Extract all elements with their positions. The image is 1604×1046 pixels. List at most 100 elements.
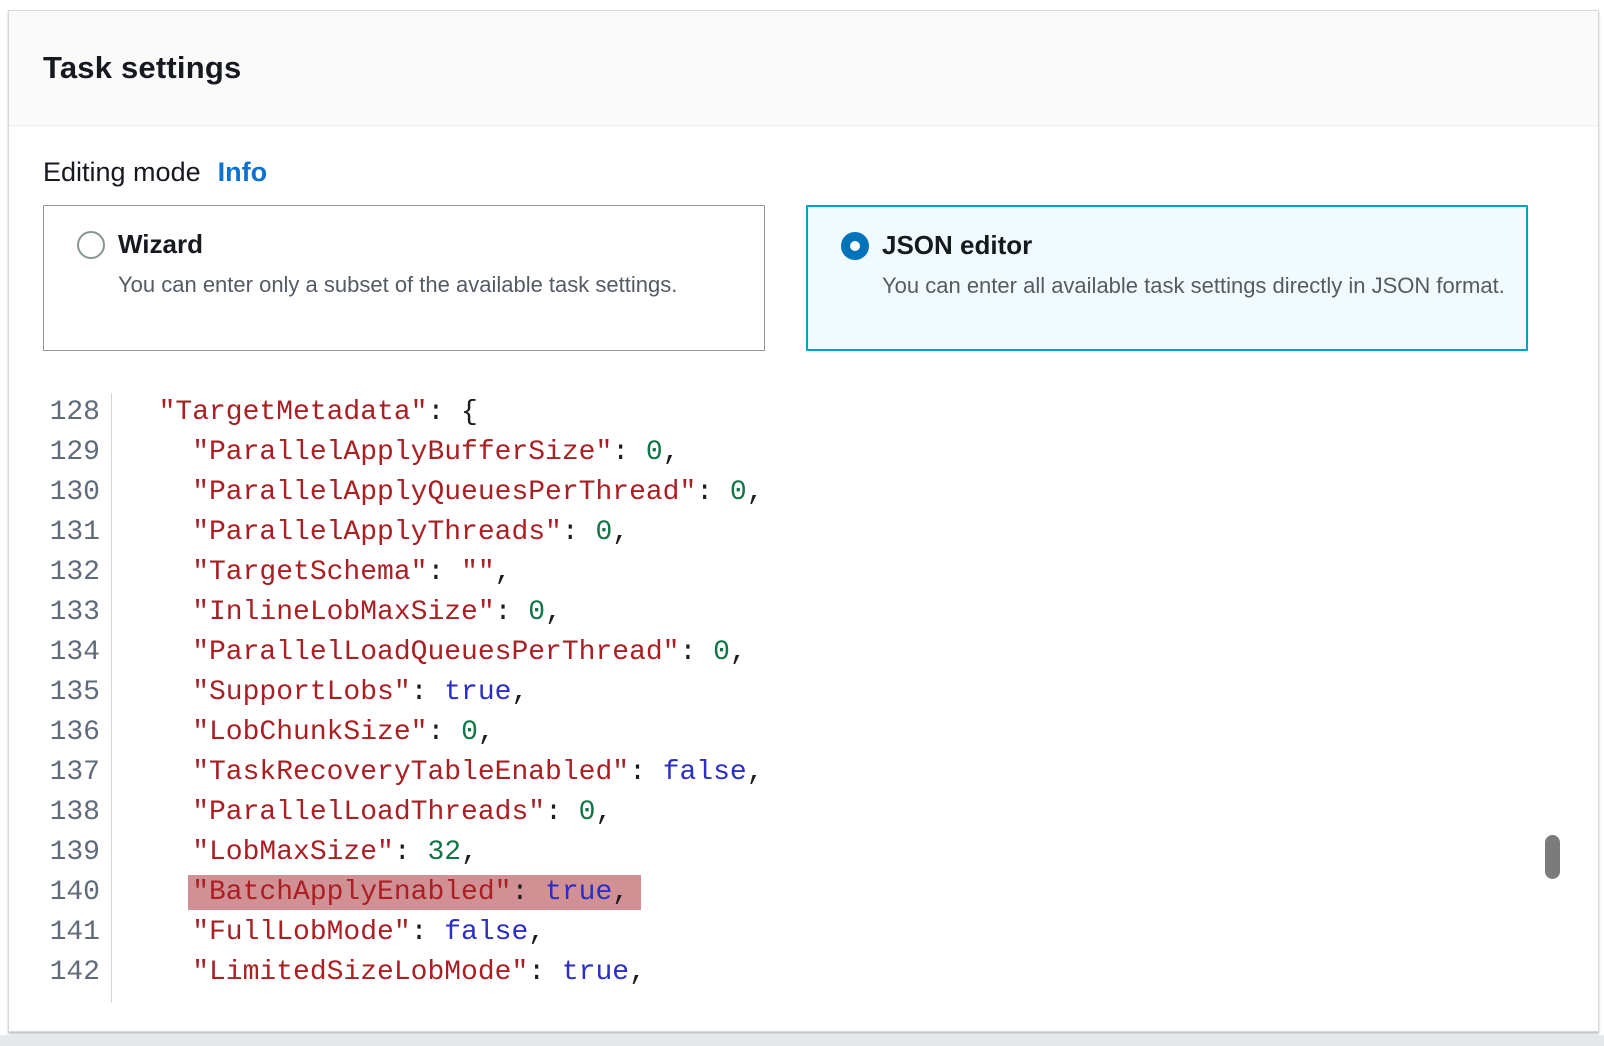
editor-line[interactable]: "ParallelApplyQueuesPerThread": 0, — [125, 473, 1597, 513]
line-content: "TargetSchema": "", — [192, 557, 511, 588]
option-description: You can enter all available task setting… — [882, 268, 1530, 304]
editing-mode-row: Editing mode Info — [43, 157, 267, 188]
radio-unselected-icon[interactable] — [77, 231, 105, 259]
line-content: "ParallelLoadThreads": 0, — [192, 797, 612, 828]
editor-line[interactable]: "FullLobMode": false, — [125, 913, 1597, 953]
editor-line[interactable]: "ParallelApplyBufferSize": 0, — [125, 433, 1597, 473]
editor-line[interactable]: "ParallelApplyThreads": 0, — [125, 513, 1597, 553]
line-content: "ParallelApplyQueuesPerThread": 0, — [192, 477, 763, 508]
token-punct: , — [461, 837, 478, 868]
editor-line[interactable]: "SupportLobs": true, — [125, 673, 1597, 713]
token-string: "InlineLobMaxSize" — [192, 597, 494, 628]
token-punct: : — [696, 477, 730, 508]
scrollbar-thumb[interactable] — [1545, 835, 1560, 879]
line-number: 142 — [9, 953, 100, 993]
token-string: "TaskRecoveryTableEnabled" — [192, 757, 629, 788]
page-background-strip — [0, 1035, 1604, 1046]
token-string: "LobMaxSize" — [192, 837, 394, 868]
line-number: 141 — [9, 913, 100, 953]
editor-line[interactable]: "LobMaxSize": 32, — [125, 833, 1597, 873]
token-punct: , — [511, 677, 528, 708]
editor-line[interactable]: "TaskRecoveryTableEnabled": false, — [125, 753, 1597, 793]
task-settings-panel: Task settings Editing mode Info Wizard Y… — [8, 10, 1599, 1032]
token-punct: : — [427, 557, 461, 588]
editor-line[interactable]: "LimitedSizeLobMode": true, — [125, 953, 1597, 993]
token-string: "ParallelLoadThreads" — [192, 797, 545, 828]
token-boolean: false — [444, 917, 528, 948]
token-string: "TargetSchema" — [192, 557, 427, 588]
line-number: 134 — [9, 633, 100, 673]
editor-line[interactable]: "ParallelLoadThreads": 0, — [125, 793, 1597, 833]
token-boolean: false — [663, 757, 747, 788]
editor-line[interactable]: "TargetSchema": "", — [125, 553, 1597, 593]
line-content: "LobMaxSize": 32, — [192, 837, 478, 868]
token-punct: , — [478, 717, 495, 748]
line-content: "TargetMetadata": { — [159, 397, 478, 428]
line-content: "LobChunkSize": 0, — [192, 717, 494, 748]
token-string: "ParallelApplyQueuesPerThread" — [192, 477, 696, 508]
token-punct: : — [394, 837, 428, 868]
token-number: 32 — [427, 837, 461, 868]
token-boolean: true — [444, 677, 511, 708]
token-punct: , — [528, 917, 545, 948]
editing-mode-label: Editing mode — [43, 157, 201, 188]
editor-line[interactable]: "LobChunkSize": 0, — [125, 713, 1597, 753]
editor-line[interactable]: "ParallelLoadQueuesPerThread": 0, — [125, 633, 1597, 673]
line-number: 136 — [9, 713, 100, 753]
token-string: "LobChunkSize" — [192, 717, 427, 748]
line-content: "ParallelLoadQueuesPerThread": 0, — [192, 637, 747, 668]
editor-code-area[interactable]: "TargetMetadata": { "ParallelApplyBufferS… — [112, 393, 1597, 1003]
token-punct: , — [747, 477, 764, 508]
token-punct: : — [495, 597, 529, 628]
token-punct: : — [562, 517, 596, 548]
token-punct: : — [427, 717, 461, 748]
line-number: 128 — [9, 393, 100, 433]
line-content: "InlineLobMaxSize": 0, — [192, 597, 562, 628]
token-string: "BatchApplyEnabled" — [192, 877, 511, 908]
token-punct: : — [511, 877, 545, 908]
editor-line[interactable]: "BatchApplyEnabled": true, — [125, 873, 1597, 913]
token-number: 0 — [528, 597, 545, 628]
token-punct: : — [545, 797, 579, 828]
token-punct: , — [663, 437, 680, 468]
line-content: "ParallelApplyThreads": 0, — [192, 517, 629, 548]
info-link[interactable]: Info — [218, 157, 267, 188]
line-number: 137 — [9, 753, 100, 793]
token-number: 0 — [713, 637, 730, 668]
line-content: "ParallelApplyBufferSize": 0, — [192, 437, 679, 468]
token-number: 0 — [595, 517, 612, 548]
token-number: 0 — [646, 437, 663, 468]
panel-title: Task settings — [43, 50, 241, 86]
token-boolean: true — [562, 957, 629, 988]
token-string: "TargetMetadata" — [159, 397, 428, 428]
editor-line[interactable]: "InlineLobMaxSize": 0, — [125, 593, 1597, 633]
token-punct: : — [528, 957, 562, 988]
token-string: "ParallelApplyBufferSize" — [192, 437, 612, 468]
line-number: 129 — [9, 433, 100, 473]
token-string: "ParallelLoadQueuesPerThread" — [192, 637, 679, 668]
line-content: "FullLobMode": false, — [192, 917, 545, 948]
editing-mode-option-json-editor[interactable]: JSON editor You can enter all available … — [806, 205, 1528, 351]
json-editor[interactable]: 1281291301311321331341351361371381391401… — [9, 393, 1597, 1003]
line-number: 138 — [9, 793, 100, 833]
token-punct: , — [612, 877, 629, 908]
token-punct: , — [595, 797, 612, 828]
token-punct: , — [612, 517, 629, 548]
line-number: 140 — [9, 873, 100, 913]
token-punct: : — [411, 917, 445, 948]
token-punct: : — [629, 757, 663, 788]
token-punct: , — [629, 957, 646, 988]
token-punct: , — [545, 597, 562, 628]
token-punct: , — [495, 557, 512, 588]
editor-line-number-gutter: 1281291301311321331341351361371381391401… — [9, 393, 112, 1003]
line-content: "SupportLobs": true, — [192, 677, 528, 708]
token-punct: , — [730, 637, 747, 668]
highlighted-match: "BatchApplyEnabled": true, — [188, 875, 641, 910]
line-number: 133 — [9, 593, 100, 633]
option-description: You can enter only a subset of the avail… — [118, 267, 766, 303]
editing-mode-option-wizard[interactable]: Wizard You can enter only a subset of th… — [43, 205, 765, 351]
radio-selected-icon[interactable] — [841, 232, 869, 260]
token-punct: : — [411, 677, 445, 708]
editor-line[interactable]: "TargetMetadata": { — [125, 393, 1597, 433]
line-number: 135 — [9, 673, 100, 713]
